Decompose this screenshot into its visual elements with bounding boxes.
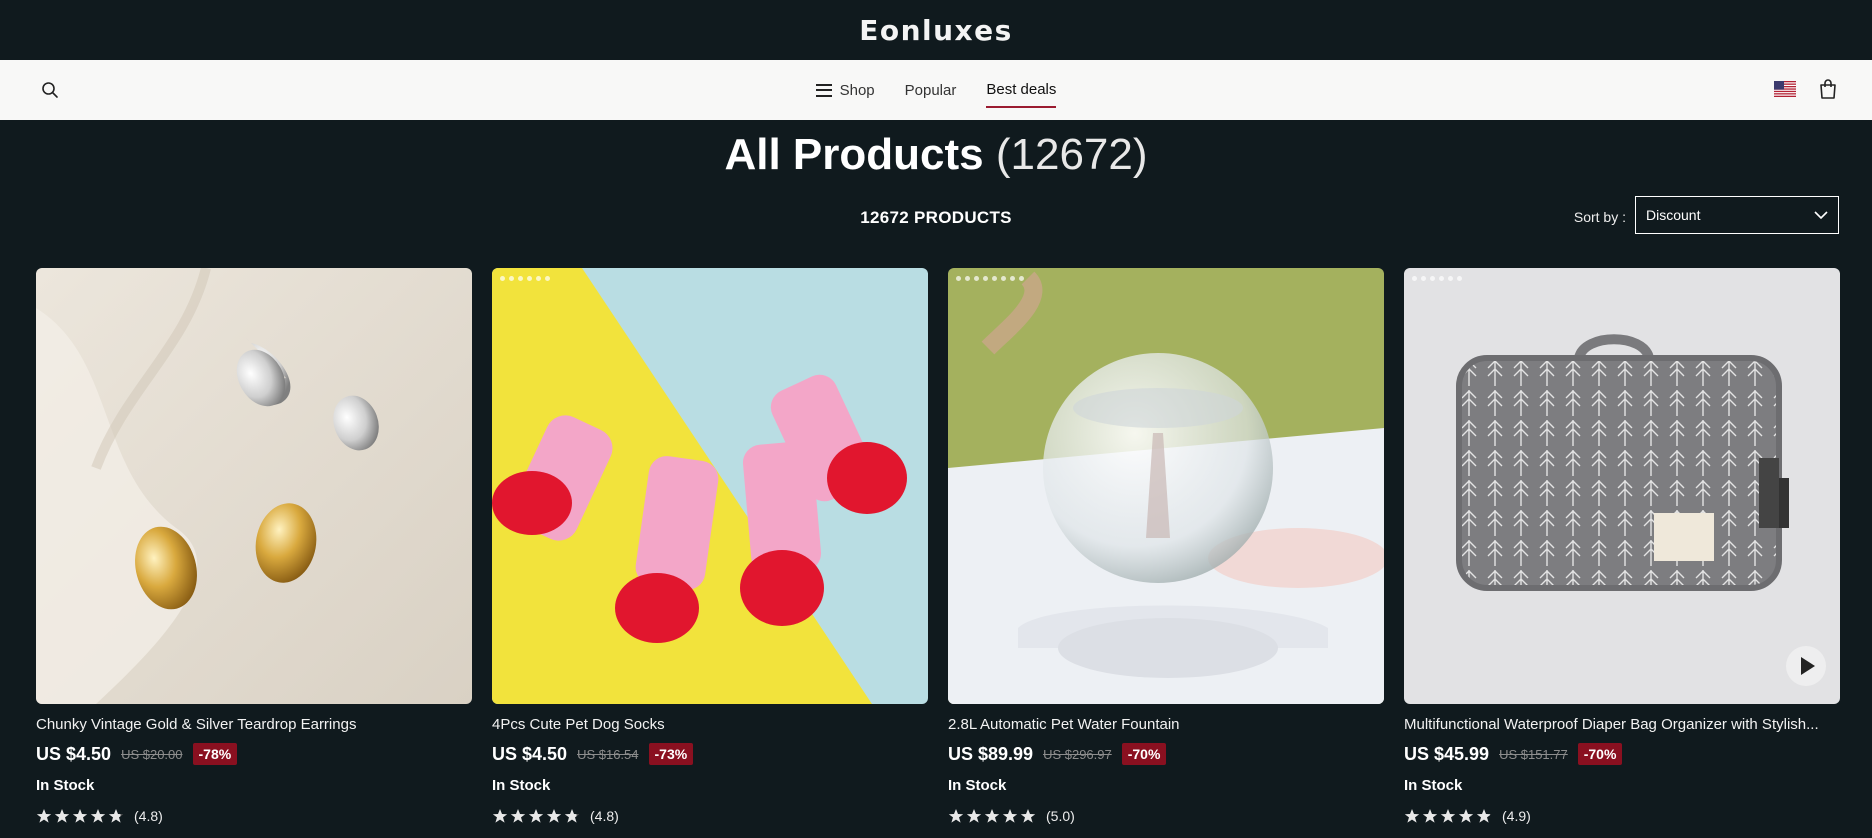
stock-status: In Stock bbox=[36, 777, 95, 794]
shopping-bag-icon[interactable] bbox=[1818, 78, 1838, 100]
stock-status: In Stock bbox=[492, 777, 551, 794]
page-title: All Products (12672) bbox=[0, 126, 1872, 184]
product-prices: US $45.99 US $151.77 -70% bbox=[1404, 743, 1840, 765]
product-old-price: US $296.97 bbox=[1043, 746, 1112, 762]
product-rating: (4.9) bbox=[1404, 808, 1840, 824]
star-icon bbox=[984, 809, 1000, 823]
listing-toolbar: 12672 PRODUCTS Sort by : Discount bbox=[0, 184, 1872, 256]
nav-popular-label: Popular bbox=[904, 81, 957, 99]
star-icon bbox=[108, 809, 124, 823]
stock-status: In Stock bbox=[1404, 777, 1463, 794]
search-icon[interactable] bbox=[40, 80, 60, 100]
star-icon bbox=[492, 809, 508, 823]
top-header: Eonluxes bbox=[0, 0, 1872, 60]
sort-select-value: Discount bbox=[1646, 207, 1701, 223]
page-title-count: (12672) bbox=[995, 130, 1148, 179]
nav-shop-label: Shop bbox=[839, 81, 875, 99]
product-old-price: US $20.00 bbox=[121, 746, 183, 762]
gallery-dots bbox=[500, 276, 550, 281]
star-icon bbox=[90, 809, 106, 823]
us-flag-icon[interactable] bbox=[1774, 81, 1796, 97]
product-card[interactable]: Chunky Vintage Gold & Silver Teardrop Ea… bbox=[36, 268, 472, 824]
product-card[interactable]: 4Pcs Cute Pet Dog Socks US $4.50 US $16.… bbox=[492, 268, 928, 824]
star-icon bbox=[1422, 809, 1438, 823]
rating-value: (5.0) bbox=[1046, 808, 1075, 824]
product-price: US $4.50 bbox=[492, 743, 568, 764]
play-video-button[interactable] bbox=[1786, 646, 1826, 686]
gallery-dots bbox=[956, 276, 1024, 281]
product-prices: US $89.99 US $296.97 -70% bbox=[948, 743, 1384, 765]
product-name[interactable]: 2.8L Automatic Pet Water Fountain bbox=[948, 716, 1384, 733]
product-price: US $4.50 bbox=[36, 743, 112, 764]
product-card[interactable]: Multifunctional Waterproof Diaper Bag Or… bbox=[1404, 268, 1840, 824]
discount-badge: -70% bbox=[1577, 743, 1623, 765]
star-icon bbox=[1002, 809, 1018, 823]
star-icon bbox=[72, 809, 88, 823]
product-rating: (4.8) bbox=[492, 808, 928, 824]
nav-shop[interactable]: Shop bbox=[815, 74, 875, 107]
gallery-dots bbox=[1412, 276, 1462, 281]
chevron-down-icon bbox=[1814, 211, 1828, 220]
rating-value: (4.9) bbox=[1502, 808, 1531, 824]
product-name[interactable]: Chunky Vintage Gold & Silver Teardrop Ea… bbox=[36, 716, 472, 733]
product-old-price: US $16.54 bbox=[577, 746, 639, 762]
star-icon bbox=[1458, 809, 1474, 823]
star-icon bbox=[1476, 809, 1492, 823]
page-title-text: All Products bbox=[724, 130, 984, 179]
discount-badge: -78% bbox=[192, 743, 238, 765]
nav-popular[interactable]: Popular bbox=[905, 74, 957, 107]
star-icon bbox=[510, 809, 526, 823]
discount-badge: -70% bbox=[1121, 743, 1167, 765]
star-icon bbox=[564, 809, 580, 823]
star-icon bbox=[36, 809, 52, 823]
brand-logo[interactable]: Eonluxes bbox=[859, 14, 1013, 47]
product-rating: (5.0) bbox=[948, 808, 1384, 824]
product-grid: Chunky Vintage Gold & Silver Teardrop Ea… bbox=[36, 268, 1840, 824]
product-price: US $89.99 bbox=[948, 743, 1034, 764]
nav-best-deals[interactable]: Best deals bbox=[986, 73, 1057, 108]
main-navbar: Shop Popular Best deals bbox=[0, 60, 1872, 120]
product-prices: US $4.50 US $16.54 -73% bbox=[492, 743, 928, 765]
nav-links: Shop Popular Best deals bbox=[815, 73, 1057, 108]
product-name[interactable]: Multifunctional Waterproof Diaper Bag Or… bbox=[1404, 716, 1840, 733]
star-icon bbox=[948, 809, 964, 823]
product-name[interactable]: 4Pcs Cute Pet Dog Socks bbox=[492, 716, 928, 733]
product-prices: US $4.50 US $20.00 -78% bbox=[36, 743, 472, 765]
star-icon bbox=[1404, 809, 1420, 823]
star-icon bbox=[1020, 809, 1036, 823]
product-price: US $45.99 bbox=[1404, 743, 1490, 764]
product-image[interactable] bbox=[492, 268, 928, 704]
sort-label: Sort by : bbox=[1573, 209, 1626, 225]
discount-badge: -73% bbox=[648, 743, 694, 765]
product-rating: (4.8) bbox=[36, 808, 472, 824]
rating-value: (4.8) bbox=[590, 808, 619, 824]
product-old-price: US $151.77 bbox=[1499, 746, 1568, 762]
star-icon bbox=[966, 809, 982, 823]
rating-value: (4.8) bbox=[134, 808, 163, 824]
star-icon bbox=[54, 809, 70, 823]
sort-select[interactable]: Discount bbox=[1635, 196, 1839, 234]
product-image[interactable] bbox=[1404, 268, 1840, 704]
star-icon bbox=[1440, 809, 1456, 823]
nav-actions bbox=[1774, 78, 1838, 100]
nav-best-deals-label: Best deals bbox=[986, 80, 1057, 98]
hamburger-icon bbox=[815, 83, 832, 97]
star-icon bbox=[546, 809, 562, 823]
star-icon bbox=[528, 809, 544, 823]
stock-status: In Stock bbox=[948, 777, 1007, 794]
product-image[interactable] bbox=[948, 268, 1384, 704]
product-image[interactable] bbox=[36, 268, 472, 704]
product-card[interactable]: 2.8L Automatic Pet Water Fountain US $89… bbox=[948, 268, 1384, 824]
